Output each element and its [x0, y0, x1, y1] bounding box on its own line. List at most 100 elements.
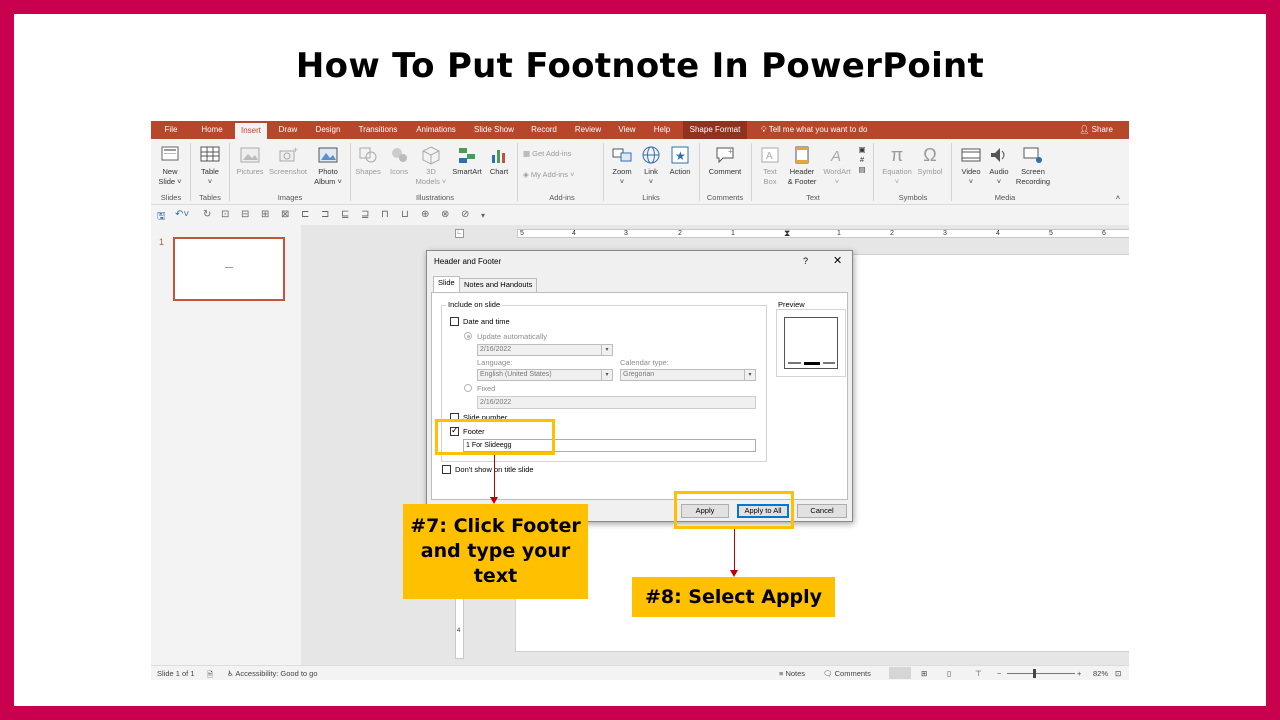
qat-tool-icon[interactable]: ⊔: [401, 209, 409, 220]
date-format-select[interactable]: 2/16/2022 ▾: [477, 344, 613, 356]
qat-tool-icon[interactable]: ⊘: [461, 209, 469, 220]
screen-recording-label: Screen: [1021, 167, 1045, 176]
notes-button[interactable]: ≡ Notes: [779, 669, 805, 678]
3d-models-button[interactable]: 3D Models ˅: [415, 145, 447, 187]
fixed-radio[interactable]: [464, 384, 472, 392]
qat-tool-icon[interactable]: ⊕: [421, 209, 429, 220]
ruler-tick-label: 4: [457, 628, 461, 634]
chevron-down-icon: ▾: [601, 370, 612, 380]
tab-selector-icon[interactable]: ∟: [455, 229, 464, 238]
zoom-out-icon[interactable]: −: [997, 669, 1001, 678]
tab-view[interactable]: View: [613, 121, 641, 139]
format-painter-icon[interactable]: ⊟: [241, 209, 249, 220]
slide-thumbnail-number: 1: [159, 237, 165, 247]
new-slide-button[interactable]: New Slide ˅: [155, 145, 185, 187]
action-button[interactable]: ★ Action: [665, 145, 695, 177]
symbol-button[interactable]: Ω Symbol: [915, 145, 945, 177]
qat-tool-icon[interactable]: ⊐: [321, 209, 329, 220]
zoom-slider[interactable]: [1007, 673, 1075, 674]
slide-thumbnail[interactable]: [173, 237, 285, 301]
tab-file[interactable]: File: [157, 121, 185, 139]
share-button[interactable]: 👤︎ Share: [1079, 121, 1113, 139]
link-button[interactable]: Link ˅: [637, 145, 665, 187]
customize-qat-icon[interactable]: ▾: [481, 211, 485, 220]
audio-button[interactable]: Audio ˅: [985, 145, 1013, 187]
tab-insert[interactable]: Insert: [235, 123, 267, 139]
comment-button[interactable]: + Comment: [703, 145, 747, 177]
text-box-label: Text: [763, 167, 777, 176]
help-icon[interactable]: ?: [803, 256, 808, 266]
normal-view-icon[interactable]: [889, 667, 911, 679]
slideshow-view-icon[interactable]: ⊤: [975, 669, 982, 678]
tab-record[interactable]: Record: [525, 121, 563, 139]
group-label-images: Images: [277, 193, 303, 202]
screen-recording-button[interactable]: Screen Recording: [1013, 145, 1053, 187]
fit-to-window-icon[interactable]: ⊡: [1115, 669, 1121, 678]
text-box-button[interactable]: A Text Box: [755, 145, 785, 187]
qat-tool-icon[interactable]: ⊏: [301, 209, 309, 220]
ruler-indent-marker[interactable]: ⧗: [784, 228, 790, 239]
calendar-type-select[interactable]: Gregorian ▾: [620, 369, 756, 381]
smartart-label: SmartArt: [452, 167, 482, 176]
pictures-button[interactable]: Pictures: [233, 145, 267, 177]
separator: [190, 143, 191, 201]
zoom-button[interactable]: Zoom ˅: [607, 145, 637, 187]
wordart-button[interactable]: A WordArt ˅: [819, 145, 855, 187]
tab-home[interactable]: Home: [195, 121, 229, 139]
photo-album-button[interactable]: Photo Album ˅: [311, 145, 345, 187]
dont-show-on-title-checkbox[interactable]: [442, 465, 451, 474]
update-automatically-radio[interactable]: [464, 332, 472, 340]
tab-slide[interactable]: Slide: [433, 276, 460, 293]
zoom-slider-thumb[interactable]: [1033, 669, 1036, 678]
link-label: Link: [644, 167, 658, 176]
chart-button[interactable]: Chart: [485, 145, 513, 177]
table-button[interactable]: Table ˅: [195, 145, 225, 187]
start-from-beginning-icon[interactable]: ⊡: [221, 209, 229, 220]
header-footer-button[interactable]: Header & Footer: [785, 145, 819, 187]
tab-draw[interactable]: Draw: [273, 121, 303, 139]
tab-animations[interactable]: Animations: [409, 121, 463, 139]
qat-tool-icon[interactable]: ⊓: [381, 209, 389, 220]
qat-tool-icon[interactable]: ⊠: [281, 209, 289, 220]
close-icon[interactable]: ✕: [833, 254, 842, 267]
tab-slide-show[interactable]: Slide Show: [469, 121, 519, 139]
equation-button[interactable]: π Equation ˅: [877, 145, 917, 187]
separator: [603, 143, 604, 201]
zoom-level[interactable]: 82%: [1093, 669, 1108, 678]
tell-me-search[interactable]: 💡︎ Tell me what you want to do: [761, 121, 867, 139]
language-select[interactable]: English (United States) ▾: [477, 369, 613, 381]
text-small-tools[interactable]: ▣ # ▤: [855, 145, 869, 175]
qat-tool-icon[interactable]: ⊒: [361, 209, 369, 220]
icons-button[interactable]: Icons: [385, 145, 413, 177]
tab-design[interactable]: Design: [309, 121, 347, 139]
qat-tool-icon[interactable]: ⊞: [261, 209, 269, 220]
save-icon[interactable]: 🖫︎: [157, 209, 166, 226]
qat-tool-icon[interactable]: ⊑: [341, 209, 349, 220]
fixed-date-field[interactable]: 2/16/2022: [477, 396, 756, 409]
tab-notes-and-handouts[interactable]: Notes and Handouts: [459, 278, 538, 292]
cancel-button[interactable]: Cancel: [797, 504, 847, 518]
undo-icon[interactable]: ↶˅: [175, 209, 189, 220]
ruler-tick-label: 2: [678, 230, 682, 237]
qat-tool-icon[interactable]: ⊗: [441, 209, 449, 220]
redo-icon[interactable]: ↻: [203, 209, 211, 220]
horizontal-ruler[interactable]: 5 4 3 2 1 ⧗ 1 2 3 4 5 6 7 8: [517, 228, 1129, 239]
tab-shape-format[interactable]: Shape Format: [683, 121, 747, 139]
spell-check-icon[interactable]: 🗎︎: [207, 669, 213, 680]
get-addins-button[interactable]: ▦ Get Add-ins: [523, 149, 593, 159]
smartart-button[interactable]: SmartArt: [449, 145, 485, 177]
tab-help[interactable]: Help: [647, 121, 677, 139]
comments-button[interactable]: 🗨︎ Comments: [823, 669, 871, 678]
tab-review[interactable]: Review: [569, 121, 607, 139]
tab-transitions[interactable]: Transitions: [353, 121, 403, 139]
collapse-ribbon-icon[interactable]: ˄: [1113, 193, 1123, 203]
zoom-in-icon[interactable]: +: [1077, 669, 1081, 678]
slide-sorter-icon[interactable]: ⊞: [921, 669, 927, 678]
accessibility-status[interactable]: ♿︎ Accessibility: Good to go: [227, 669, 318, 678]
my-addins-button[interactable]: ◈ My Add-ins ˅: [523, 170, 597, 180]
shapes-button[interactable]: Shapes: [353, 145, 383, 177]
video-button[interactable]: Video ˅: [957, 145, 985, 187]
screenshot-button[interactable]: + Screenshot: [267, 145, 309, 177]
date-time-checkbox[interactable]: [450, 317, 459, 326]
reading-view-icon[interactable]: ▯: [947, 669, 951, 678]
